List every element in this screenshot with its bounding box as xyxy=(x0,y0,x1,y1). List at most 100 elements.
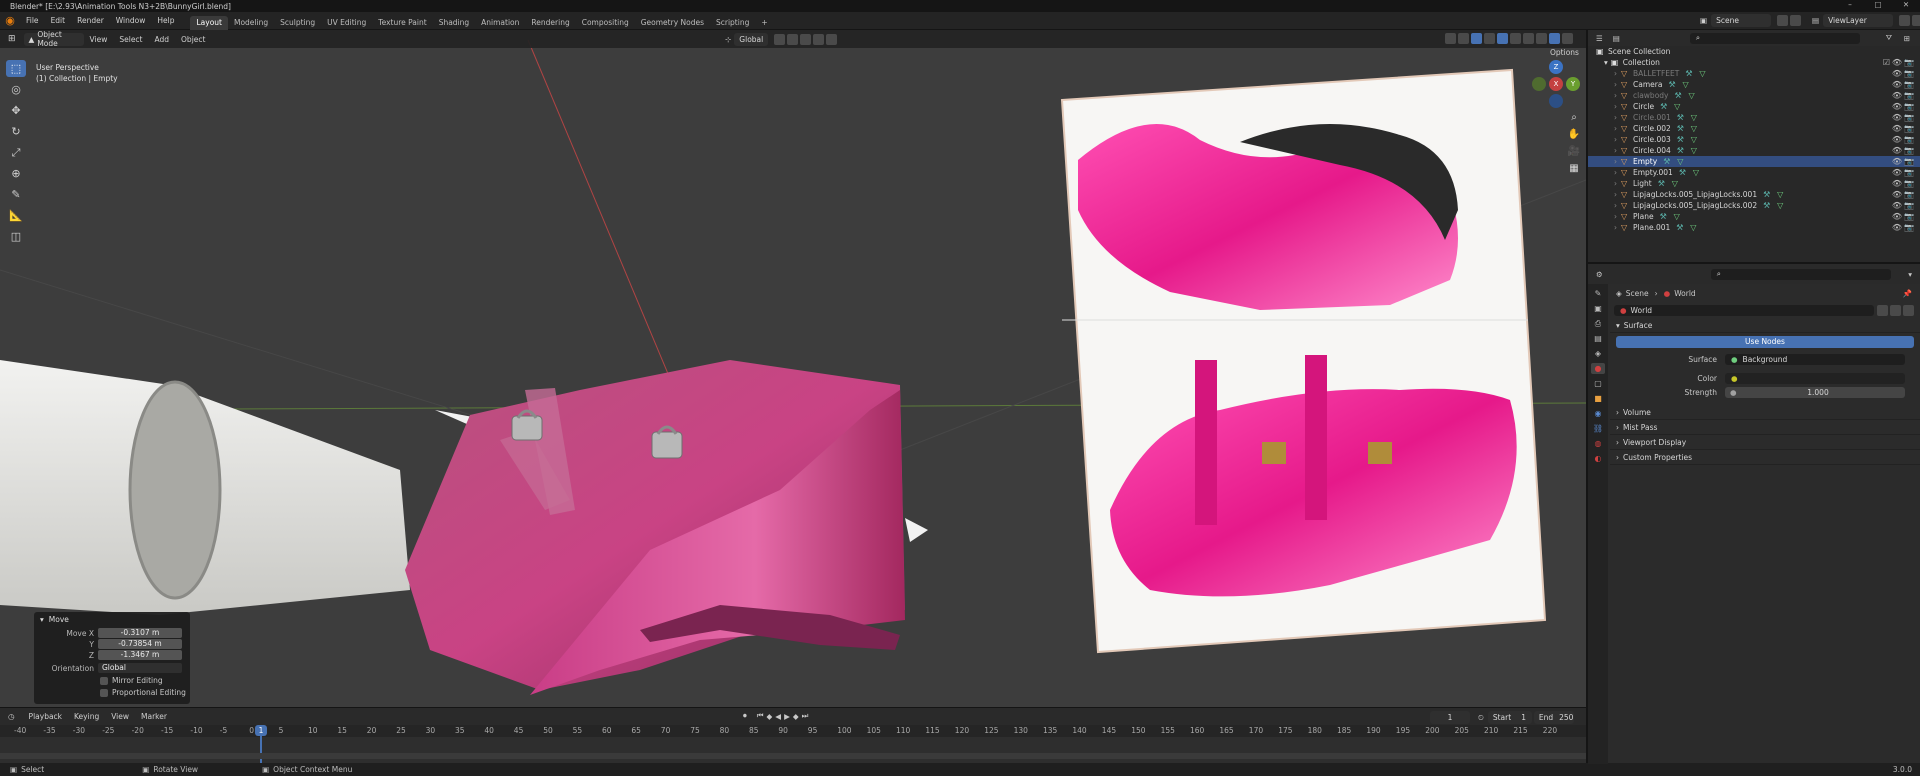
add-workspace-button[interactable]: + xyxy=(755,16,773,30)
tab-modeling[interactable]: Modeling xyxy=(228,16,274,30)
view-layer-name-field[interactable]: ViewLayer xyxy=(1823,14,1894,27)
scene-tab-icon[interactable]: ◈ xyxy=(1591,348,1605,359)
delete-view-layer-icon[interactable] xyxy=(1912,15,1920,26)
tab-sculpting[interactable]: Sculpting xyxy=(274,16,321,30)
render-camera-icon[interactable]: 📷 xyxy=(1904,168,1914,177)
render-camera-icon[interactable]: 📷 xyxy=(1904,102,1914,111)
close-button[interactable]: ✕ xyxy=(1892,0,1920,12)
collapsed-section-header[interactable]: › Viewport Display xyxy=(1610,435,1920,450)
minimize-button[interactable]: – xyxy=(1836,0,1864,12)
render-camera-icon[interactable]: 📷 xyxy=(1904,146,1914,155)
collapsed-section-header[interactable]: › Mist Pass xyxy=(1610,420,1920,435)
play-reverse-icon[interactable]: ◀ xyxy=(775,712,781,721)
surface-shader-field[interactable]: ● Background xyxy=(1725,353,1905,365)
expand-chevron-icon[interactable]: › xyxy=(1614,157,1617,166)
move-x-field[interactable]: -0.3107 m xyxy=(98,628,182,638)
render-camera-icon[interactable]: 📷 xyxy=(1904,157,1914,166)
expand-chevron-icon[interactable]: › xyxy=(1614,179,1617,188)
render-camera-icon[interactable]: 📷 xyxy=(1904,80,1914,89)
collection-expand-icon[interactable]: ▾ xyxy=(1604,58,1608,67)
render-camera-icon[interactable]: 📷 xyxy=(1904,212,1914,221)
gizmo-neg-y-axis[interactable] xyxy=(1532,77,1546,91)
gizmo-z-axis[interactable]: Z xyxy=(1549,60,1563,74)
tool-tab-icon[interactable]: ✎ xyxy=(1591,288,1605,299)
render-camera-icon[interactable]: 📷 xyxy=(1904,223,1914,232)
transform-tool-icon[interactable]: ⊕ xyxy=(6,165,26,182)
render-camera-icon[interactable]: 📷 xyxy=(1904,91,1914,100)
tab-animation[interactable]: Animation xyxy=(475,16,525,30)
physics-tab-icon[interactable]: ◉ xyxy=(1591,408,1605,419)
new-view-layer-icon[interactable] xyxy=(1899,15,1911,26)
collapsed-section-header[interactable]: › Volume xyxy=(1610,405,1920,420)
timeline-ruler[interactable]: -40 -35 -30 -25 -20 -15 -10 -5 0 5 10 15 20 25 30 35 40 4… xyxy=(0,725,1586,737)
proportional-editing-checkbox[interactable] xyxy=(100,688,108,697)
eye-icon[interactable]: 👁 xyxy=(1892,80,1902,89)
measure-tool-icon[interactable]: 📐 xyxy=(6,207,26,224)
rotate-tool-icon[interactable]: ↻ xyxy=(6,123,26,140)
snap-icon[interactable] xyxy=(787,34,799,45)
render-camera-icon[interactable]: 📷 xyxy=(1904,69,1914,78)
jump-start-icon[interactable]: ⏮ xyxy=(757,711,764,721)
render-camera-icon[interactable]: 📷 xyxy=(1904,179,1914,188)
expand-chevron-icon[interactable]: › xyxy=(1614,135,1617,144)
rendered-shading-icon[interactable] xyxy=(1562,33,1573,44)
expand-chevron-icon[interactable]: › xyxy=(1614,124,1617,133)
outliner-collection[interactable]: ▾ ▣ Collection ☑ 👁 📷 xyxy=(1588,57,1920,68)
outliner-item[interactable]: › ▽ Plane.001 ⚒ ▽ 👁 📷 xyxy=(1588,222,1920,233)
end-frame-field[interactable]: End 250 xyxy=(1533,711,1574,724)
delete-scene-icon[interactable] xyxy=(1790,15,1802,26)
solid-shading-icon[interactable] xyxy=(1536,33,1547,44)
constraints-tab-icon[interactable]: ⛓ xyxy=(1591,423,1605,434)
editor-type-icon[interactable]: ⊞ xyxy=(8,34,16,44)
outliner-search-input[interactable]: ⌕ xyxy=(1689,32,1860,44)
strength-field[interactable]: ● 1.000 xyxy=(1725,386,1905,398)
menu-window[interactable]: Window xyxy=(110,12,152,30)
tab-scripting[interactable]: Scripting xyxy=(710,16,755,30)
outliner-item[interactable]: › ▽ LipjagLocks.005_LipjagLocks.002 ⚒ ▽ 👁 📷 xyxy=(1588,200,1920,211)
world-datablock-field[interactable]: ● World xyxy=(1614,304,1874,316)
viewport-menu-object[interactable]: Object xyxy=(175,30,211,48)
proportional-edit-icon[interactable] xyxy=(813,34,825,45)
timeline-track-area[interactable]: -40 -35 -30 -25 -20 -15 -10 -5 0 5 10 15 20 25 30 35 40 4… xyxy=(0,725,1586,763)
visibility-icon[interactable] xyxy=(1445,33,1456,44)
eye-icon[interactable]: 👁 xyxy=(1892,201,1902,210)
expand-chevron-icon[interactable]: › xyxy=(1614,146,1617,155)
outliner-item[interactable]: › ▽ Circle.002 ⚒ ▽ 👁 📷 xyxy=(1588,123,1920,134)
expand-chevron-icon[interactable]: › xyxy=(1614,69,1617,78)
eye-icon[interactable]: 👁 xyxy=(1892,157,1902,166)
start-frame-field[interactable]: Start 1 xyxy=(1487,711,1532,724)
tab-rendering[interactable]: Rendering xyxy=(525,16,575,30)
play-icon[interactable]: ▶ xyxy=(784,712,790,721)
menu-edit[interactable]: Edit xyxy=(45,12,72,30)
render-tab-icon[interactable]: ▣ xyxy=(1591,303,1605,314)
expand-chevron-icon[interactable]: › xyxy=(1614,113,1617,122)
outliner-item[interactable]: › ▽ Camera ⚒ ▽ 👁 📷 xyxy=(1588,79,1920,90)
tab-geometry-nodes[interactable]: Geometry Nodes xyxy=(635,16,710,30)
zoom-icon[interactable]: ⌕ xyxy=(1567,110,1581,124)
outliner-item[interactable]: › ▽ Plane ⚒ ▽ 👁 📷 xyxy=(1588,211,1920,222)
mirror-editing-checkbox[interactable] xyxy=(100,676,108,685)
eye-icon[interactable]: 👁 xyxy=(1892,69,1902,78)
outliner-item[interactable]: › ▽ Circle.003 ⚒ ▽ 👁 📷 xyxy=(1588,134,1920,145)
menu-help[interactable]: Help xyxy=(151,12,180,30)
show-gizmo-icon[interactable] xyxy=(1471,33,1482,44)
color-field[interactable]: ● xyxy=(1725,372,1905,384)
timeline-menu-playback[interactable]: Playback xyxy=(23,708,68,726)
jump-end-icon[interactable]: ⏭ xyxy=(802,711,809,721)
maximize-button[interactable]: □ xyxy=(1864,0,1892,12)
expand-chevron-icon[interactable]: › xyxy=(1614,190,1617,199)
new-world-icon[interactable] xyxy=(1890,304,1901,316)
show-overlays-icon[interactable] xyxy=(1497,33,1508,44)
expand-chevron-icon[interactable]: › xyxy=(1614,80,1617,89)
display-mode-icon[interactable]: ▤ xyxy=(1613,34,1620,43)
eye-icon[interactable]: 👁 xyxy=(1892,190,1902,199)
transform-orientation-dropdown[interactable]: Global xyxy=(734,33,769,46)
render-camera-icon[interactable]: 📷 xyxy=(1904,190,1914,199)
blender-logo-icon[interactable]: ◉ xyxy=(0,14,20,27)
camera-view-icon[interactable]: 🎥 xyxy=(1567,144,1581,158)
outliner-item[interactable]: › ▽ LipjagLocks.005_LipjagLocks.001 ⚒ ▽ 👁 📷 xyxy=(1588,189,1920,200)
eye-icon[interactable]: 👁 xyxy=(1892,58,1902,67)
collection-exclude-checkbox[interactable]: ☑ xyxy=(1883,58,1890,67)
menu-file[interactable]: File xyxy=(20,12,45,30)
eye-icon[interactable]: 👁 xyxy=(1892,212,1902,221)
